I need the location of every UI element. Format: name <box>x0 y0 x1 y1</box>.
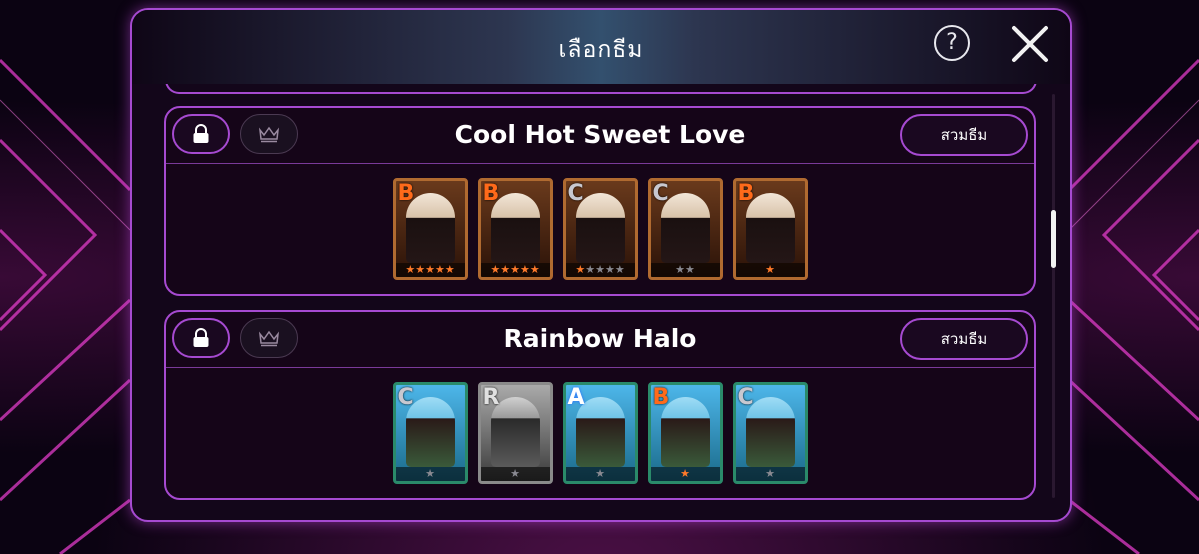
card-star-rating: ★ <box>735 263 805 277</box>
star-icon: ★ <box>490 263 501 276</box>
close-icon[interactable] <box>1010 24 1050 64</box>
card-star-rating: ★ <box>650 467 720 481</box>
member-card[interactable]: B ★ <box>647 382 723 484</box>
member-card[interactable]: C ★ <box>732 382 808 484</box>
member-card[interactable]: C ★★ <box>647 178 723 280</box>
member-card[interactable]: C ★★★★★ <box>562 178 638 280</box>
star-icon: ★ <box>510 263 520 276</box>
star-icon: ★ <box>675 263 685 276</box>
star-icon: ★ <box>765 467 775 480</box>
card-rank-badge: C <box>737 385 754 410</box>
card-row: B ★★★★★ B ★★★★★ C ★★★★★ C ★★ B ★ <box>166 178 1034 282</box>
star-icon: ★ <box>529 263 540 276</box>
star-icon: ★ <box>415 263 426 276</box>
star-icon: ★ <box>519 263 530 276</box>
star-icon: ★ <box>595 263 605 276</box>
theme-list[interactable]: Cool Hot Sweet Love สวมธีม B ★★★★★ B ★★★★★ C… <box>132 84 1070 520</box>
scrollbar-thumb[interactable] <box>1051 210 1056 268</box>
star-icon: ★ <box>444 263 455 276</box>
card-star-rating: ★ <box>735 467 805 481</box>
star-icon: ★ <box>510 467 520 480</box>
star-icon: ★ <box>680 467 690 480</box>
star-icon: ★ <box>595 467 605 480</box>
star-icon: ★ <box>685 263 695 276</box>
member-card[interactable]: C ★ <box>392 382 468 484</box>
dialog-title: เลือกธีม <box>558 37 644 63</box>
star-icon: ★ <box>405 263 416 276</box>
theme-header: Cool Hot Sweet Love สวมธีม <box>166 108 1034 164</box>
theme-card: Cool Hot Sweet Love สวมธีม B ★★★★★ B ★★★★★ C… <box>164 106 1036 296</box>
card-star-rating: ★★ <box>650 263 720 277</box>
member-card[interactable]: B ★★★★★ <box>392 178 468 280</box>
card-star-rating: ★ <box>480 467 550 481</box>
card-rank-badge: B <box>482 181 500 206</box>
star-icon: ★ <box>614 263 625 276</box>
theme-select-dialog: เลือกธีม ? Cool Hot Sweet Love สวมธีม B … <box>130 8 1072 522</box>
wear-theme-button[interactable]: สวมธีม <box>900 114 1028 156</box>
card-star-rating: ★★★★★ <box>480 263 550 277</box>
card-rank-badge: C <box>397 385 414 410</box>
card-rank-badge: A <box>567 385 585 410</box>
card-rank-badge: B <box>737 181 755 206</box>
star-icon: ★ <box>575 263 586 276</box>
dialog-header: เลือกธีม ? <box>132 10 1070 84</box>
star-icon: ★ <box>434 263 445 276</box>
card-rank-badge: C <box>567 181 584 206</box>
star-icon: ★ <box>500 263 511 276</box>
card-star-rating: ★ <box>395 467 465 481</box>
member-card[interactable]: R ★ <box>477 382 553 484</box>
member-card[interactable]: B ★★★★★ <box>477 178 553 280</box>
card-row: C ★ R ★ A ★ B ★ C ★ <box>166 382 1034 486</box>
member-card[interactable]: B ★ <box>732 178 808 280</box>
star-icon: ★ <box>604 263 615 276</box>
star-icon: ★ <box>425 263 435 276</box>
star-icon: ★ <box>425 467 435 480</box>
star-icon: ★ <box>585 263 596 276</box>
previous-theme-edge <box>165 84 1037 94</box>
theme-card: Rainbow Halo สวมธีม C ★ R ★ A ★ B ★ C ★ <box>164 310 1036 500</box>
card-rank-badge: B <box>652 385 670 410</box>
wear-theme-button[interactable]: สวมธีม <box>900 318 1028 360</box>
card-star-rating: ★★★★★ <box>565 263 635 277</box>
member-card[interactable]: A ★ <box>562 382 638 484</box>
card-star-rating: ★★★★★ <box>395 263 465 277</box>
card-rank-badge: R <box>482 385 500 410</box>
scrollbar-track[interactable] <box>1052 94 1055 498</box>
theme-header: Rainbow Halo สวมธีม <box>166 312 1034 368</box>
help-button[interactable]: ? <box>934 25 970 61</box>
card-star-rating: ★ <box>565 467 635 481</box>
card-rank-badge: B <box>397 181 415 206</box>
star-icon: ★ <box>765 263 775 276</box>
card-rank-badge: C <box>652 181 669 206</box>
